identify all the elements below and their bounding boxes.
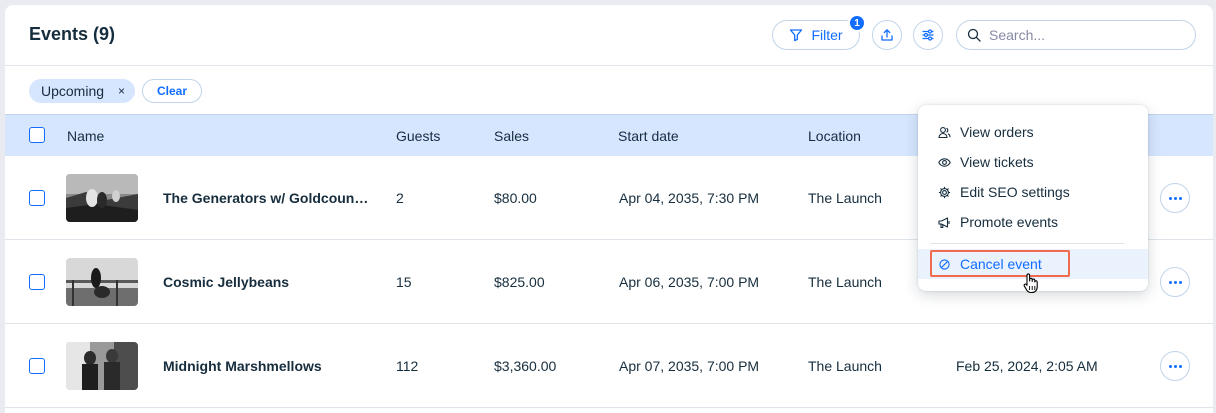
event-name[interactable]: Cosmic Jellybeans [163,274,289,290]
sales-amount: $825.00 [494,274,545,290]
sales-amount: $80.00 [494,190,537,206]
clear-filters-button[interactable]: Clear [142,79,203,103]
select-all-checkbox[interactable] [29,127,45,143]
search-input[interactable] [989,27,1179,43]
eye-icon [938,157,951,167]
filter-label: Filter [811,27,843,43]
sales-amount: $3,360.00 [494,358,557,374]
row-actions-menu: View orders View tickets Edit SEO settin… [918,105,1148,291]
page-title: Events (9) [29,24,116,44]
menu-divider [930,243,1124,244]
extra-date: Feb 25, 2024, 2:05 AM [956,358,1098,374]
chip-remove-icon[interactable]: × [118,84,125,98]
table-row[interactable]: Midnight Marshmellows 112 $3,360.00 Apr … [5,324,1213,408]
page-header: Events (9) Filter 1 [5,5,1213,66]
filter-count-badge: 1 [848,14,866,32]
location: The Launch [808,274,882,290]
menu-item-label: View tickets [960,154,1034,170]
menu-item-promote-events[interactable]: Promote events [918,207,1148,237]
start-date: Apr 06, 2035, 7:00 PM [619,274,760,290]
event-thumbnail [66,258,138,306]
more-icon [1168,280,1172,284]
more-actions-button[interactable] [1160,351,1190,381]
column-header-sales[interactable]: Sales [494,128,529,144]
hand-cursor-icon [1023,273,1038,294]
menu-item-edit-seo[interactable]: Edit SEO settings [918,177,1148,207]
filter-button[interactable]: Filter [772,20,860,50]
users-icon [938,126,951,138]
event-thumbnail [66,342,138,390]
sliders-icon [922,29,934,41]
event-thumbnail [66,174,138,222]
menu-item-label: Edit SEO settings [960,184,1070,200]
search-icon [967,28,981,42]
menu-item-label: View orders [960,124,1034,140]
row-checkbox[interactable] [29,274,45,290]
more-icon [1168,196,1172,200]
cancel-icon [939,258,950,270]
menu-item-view-orders[interactable]: View orders [918,117,1148,147]
column-header-name[interactable]: Name [67,128,104,144]
upload-icon [881,29,893,41]
column-header-location[interactable]: Location [808,128,861,144]
column-header-guests[interactable]: Guests [396,128,440,144]
event-name[interactable]: Midnight Marshmellows [163,358,322,374]
start-date: Apr 04, 2035, 7:30 PM [619,190,760,206]
chip-label: Upcoming [41,83,105,99]
guests-count: 112 [396,358,419,374]
more-icon [1168,364,1172,368]
start-date: Apr 07, 2035, 7:00 PM [619,358,760,374]
location: The Launch [808,358,882,374]
column-header-start-date[interactable]: Start date [618,128,679,144]
menu-item-view-tickets[interactable]: View tickets [918,147,1148,177]
row-checkbox[interactable] [29,358,45,374]
row-checkbox[interactable] [29,190,45,206]
export-button[interactable] [872,20,902,50]
menu-item-label: Promote events [960,214,1059,230]
filter-chip-upcoming[interactable]: Upcoming × [29,79,136,103]
more-actions-button[interactable] [1160,267,1190,297]
gear-icon [938,186,951,198]
guests-count: 15 [396,274,412,290]
location: The Launch [808,190,882,206]
more-actions-button[interactable] [1160,183,1190,213]
customize-columns-button[interactable] [913,20,943,50]
search-box[interactable] [956,20,1196,50]
event-name[interactable]: The Generators w/ Goldcoun… [163,190,368,206]
filter-icon [790,29,803,42]
megaphone-icon [938,216,950,228]
menu-item-label: Cancel event [960,256,1042,272]
guests-count: 2 [396,190,404,206]
